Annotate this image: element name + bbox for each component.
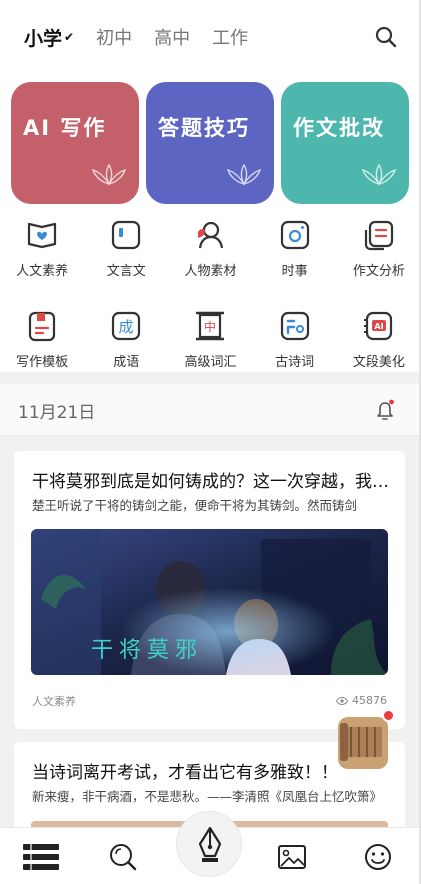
article-tag[interactable]: 人文素养 [32,693,76,709]
scroll-reader-icon[interactable] [334,713,392,773]
document-analysis-icon [364,220,393,251]
gallery-icon[interactable] [277,842,307,872]
tab-work[interactable]: 工作 [212,24,248,50]
grid-item-humanities[interactable]: 人文素养 [0,218,84,279]
book-heart-icon [27,222,57,249]
grid-label: 古诗词 [275,355,315,370]
grid-item-essay-analysis[interactable]: 作文分析 [337,218,421,279]
grid-label: 时事 [281,264,308,279]
grid-item-idioms[interactable]: 成 成语 [84,309,168,370]
write-button[interactable] [176,811,242,877]
smile-icon[interactable] [363,842,393,872]
article-summary: 新来瘦，非干病酒，不是悲秋。——李清照《凤凰台上忆吹箫》 [32,789,383,804]
card-label: 作文批改 [293,116,385,140]
search-icon[interactable] [108,842,138,872]
camera-news-icon [280,220,309,250]
category-grid: 人文素养 文言文 人物素材 时事 作文分析 写作模板 成 成语 中 高级词汇 古… [0,218,421,370]
grid-item-advanced-vocabulary[interactable]: 中 高级词汇 [168,309,252,370]
top-section: 小学 ✔ 初中 高中 工作 AI 写作 答题技巧 作文批改 人文素养 文言文 人… [0,0,421,372]
ai-writing-card[interactable]: AI 写作 [11,82,139,204]
vocabulary-icon: 中 [196,311,225,341]
grid-item-writing-templates[interactable]: 写作模板 [0,309,84,370]
grid-item-person-materials[interactable]: 人物素材 [168,218,252,279]
date-label: 11月21日 [18,403,96,423]
svg-text:中: 中 [204,319,216,334]
essay-correction-card[interactable]: 作文批改 [281,82,409,204]
grid-item-paragraph-polish[interactable]: AI 文段美化 [337,309,421,370]
poetry-icon [280,311,309,341]
grid-label: 作文分析 [352,264,405,279]
grid-label: 成语 [113,355,140,370]
tab-primary-school[interactable]: 小学 ✔ [24,24,74,51]
svg-text:AI: AI [374,322,383,331]
person-icon [198,221,224,249]
grid-label: 人物素材 [184,264,237,279]
card-label: 答题技巧 [158,116,250,140]
grid-label: 文段美化 [352,355,405,370]
article-title[interactable]: 干将莫邪到底是如何铸成的？这一次穿越，我们亲眼 [32,467,392,492]
tab-label: 小学 [24,27,63,50]
library-icon[interactable] [22,842,60,872]
grid-label: 文言文 [106,264,146,279]
article-card[interactable]: 干将莫邪到底是如何铸成的？这一次穿越，我们亲眼 楚王听说了干将的铸剑之能，便命干… [14,451,405,729]
feature-cards: AI 写作 答题技巧 作文批改 [11,82,409,204]
bottom-tab-bar [0,811,421,884]
lotus-icon [91,164,127,186]
date-bar: 11月21日 [0,384,421,436]
template-icon [28,311,56,342]
grid-item-current-affairs[interactable]: 时事 [253,218,337,279]
notification-dot [382,709,395,722]
cover-caption: 干将莫邪 [91,638,203,663]
lotus-icon [226,164,262,186]
lotus-icon [361,164,397,186]
bell-icon[interactable] [375,399,395,421]
article-cover-image[interactable]: 干将莫邪 [31,529,388,675]
grid-label: 写作模板 [16,355,69,370]
grid-label: 高级词汇 [184,355,237,370]
idiom-icon: 成 [112,311,141,341]
grid-item-classical-chinese[interactable]: 文言文 [84,218,168,279]
check-icon: ✔ [64,30,75,44]
card-label: AI 写作 [23,116,107,140]
pen-icon [198,826,222,862]
view-count-label: 45876 [352,694,387,707]
classical-text-icon [112,220,141,250]
article-summary: 楚王听说了干将的铸剑之能，便命干将为其铸剑。然而铸剑 [32,498,358,513]
ai-polish-icon: AI [363,311,392,341]
tab-senior-high[interactable]: 高中 [154,24,190,50]
grid-label: 人文素养 [16,264,69,279]
search-icon[interactable] [375,26,397,48]
view-count: 45876 [336,694,387,707]
svg-text:成: 成 [119,318,134,336]
answer-tips-card[interactable]: 答题技巧 [146,82,274,204]
level-tabs: 小学 ✔ 初中 高中 工作 [24,22,248,52]
tab-junior-high[interactable]: 初中 [96,24,132,50]
grid-item-ancient-poetry[interactable]: 古诗词 [253,309,337,370]
eye-icon [336,696,348,705]
